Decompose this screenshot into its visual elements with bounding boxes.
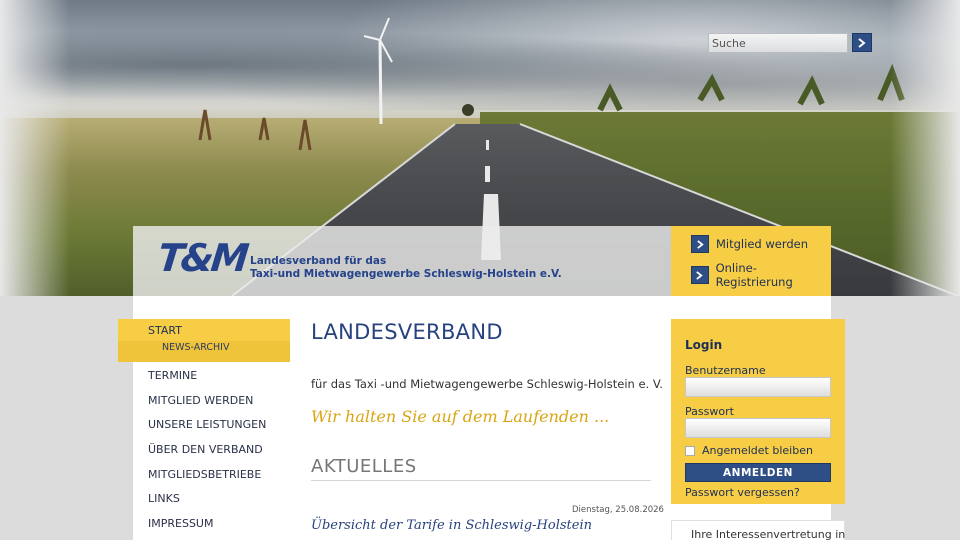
login-title: Login bbox=[685, 338, 723, 352]
arrow-right-icon bbox=[858, 37, 866, 48]
arrow-right-icon bbox=[691, 266, 709, 284]
remember-me-label: Angemeldet bleiben bbox=[702, 444, 813, 457]
vignette-left bbox=[0, 0, 70, 296]
forgot-password-link[interactable]: Passwort vergessen? bbox=[685, 486, 800, 499]
brand-text: Landesverband für das Taxi-und Mietwagen… bbox=[250, 255, 562, 281]
article-date: Dienstag, 25.08.2026 bbox=[572, 505, 664, 515]
tagline: Wir halten Sie auf dem Laufenden ... bbox=[311, 407, 610, 426]
quick-link-mitglied-werden[interactable]: Mitglied werden bbox=[691, 235, 808, 253]
quick-link-label: Mitglied werden bbox=[716, 237, 809, 251]
login-submit-button[interactable]: ANMELDEN bbox=[685, 463, 831, 482]
section-divider bbox=[311, 480, 651, 481]
nav-item-links[interactable]: LINKS bbox=[148, 492, 180, 505]
nav-item-start-label[interactable]: START bbox=[148, 324, 182, 337]
section-title-aktuelles: AKTUELLES bbox=[311, 456, 417, 477]
nav-item-unsere-leistungen[interactable]: UNSERE LEISTUNGEN bbox=[148, 418, 266, 431]
article-title-link[interactable]: Übersicht der Tarife in Schleswig-Holste… bbox=[311, 518, 592, 533]
password-label: Passwort bbox=[685, 405, 734, 418]
nav-item-ueber-den-verband[interactable]: ÜBER DEN VERBAND bbox=[148, 443, 263, 456]
quick-links-box: Mitglied werden Online-Registrierung bbox=[671, 226, 831, 296]
nav-item-termine[interactable]: TERMINE bbox=[148, 369, 197, 382]
remember-me-checkbox[interactable] bbox=[685, 446, 695, 456]
nav-item-mitgliedsbetriebe[interactable]: MITGLIEDSBETRIEBE bbox=[148, 468, 261, 481]
brand-line-1: Landesverband für das bbox=[250, 255, 387, 267]
nav-item-impressum[interactable]: IMPRESSUM bbox=[148, 517, 213, 530]
password-input[interactable] bbox=[685, 418, 831, 438]
quick-link-label: Online-Registrierung bbox=[715, 261, 793, 289]
search-button[interactable] bbox=[852, 33, 872, 52]
page-subtitle: für das Taxi -und Mietwagengewerbe Schle… bbox=[311, 377, 663, 391]
nav-subitem-news-archiv-label[interactable]: NEWS-ARCHIV bbox=[162, 342, 229, 353]
vignette-right bbox=[890, 0, 960, 296]
page-title: LANDESVERBAND bbox=[311, 320, 503, 344]
search-input[interactable] bbox=[708, 33, 848, 53]
logo[interactable]: T&M bbox=[156, 236, 248, 280]
arrow-right-icon bbox=[691, 235, 709, 253]
promo-text: Ihre Interessenvertretung in bbox=[691, 528, 846, 540]
username-label: Benutzername bbox=[685, 364, 766, 377]
brand-line-2: Taxi-und Mietwagengewerbe Schleswig-Hols… bbox=[250, 268, 562, 280]
nav-item-mitglied-werden[interactable]: MITGLIED WERDEN bbox=[148, 394, 253, 407]
quick-link-online-registrierung[interactable]: Online-Registrierung bbox=[691, 261, 831, 289]
username-input[interactable] bbox=[685, 377, 831, 397]
